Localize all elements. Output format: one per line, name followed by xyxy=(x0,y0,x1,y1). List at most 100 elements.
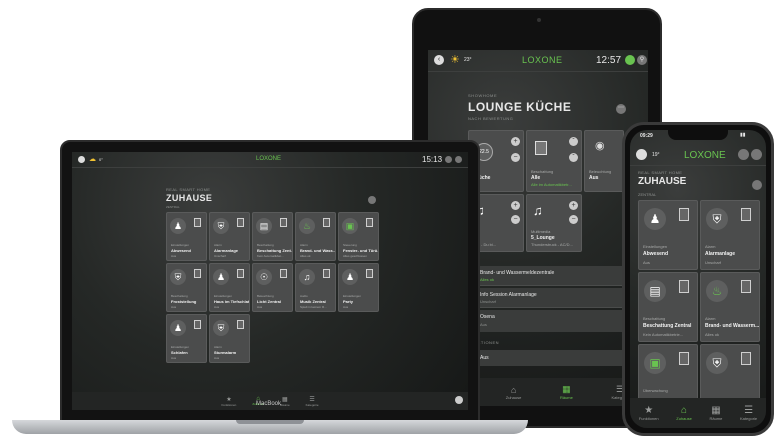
tile-state: Aus xyxy=(171,254,177,258)
tab-rooms[interactable]: ▦ Räume xyxy=(709,405,722,421)
search-icon[interactable] xyxy=(751,149,762,160)
tile-name: Fenster- und Türü... xyxy=(343,248,379,253)
minus-icon[interactable]: − xyxy=(569,215,578,224)
toggle-icon[interactable] xyxy=(679,352,689,365)
ipad-list-row[interactable]: Brand- und Wassermeldezentrale Alles ok xyxy=(468,266,648,286)
tab-functions[interactable]: ★Funktionen xyxy=(639,405,659,421)
toggle-icon[interactable] xyxy=(323,218,330,227)
plus-icon[interactable]: + xyxy=(569,201,578,210)
tab-category[interactable]: ☰ Kategorie xyxy=(306,396,319,407)
tile-category: Alarm xyxy=(705,244,716,249)
toggle-icon[interactable] xyxy=(323,269,330,278)
tile-state: Aus xyxy=(343,305,349,309)
more-icon[interactable] xyxy=(752,180,762,190)
toggle-icon[interactable] xyxy=(280,269,287,278)
tab-rooms[interactable]: ▦ Räume xyxy=(280,396,290,407)
iphone-tile[interactable]: ♟ Einstellungen Abwesend Aus xyxy=(638,200,698,270)
search-icon[interactable] xyxy=(455,156,462,163)
chat-icon[interactable] xyxy=(625,55,635,65)
iphone-clock: 09:29 xyxy=(640,133,653,139)
ipad-tile-name: Alle xyxy=(531,175,541,181)
location-icon[interactable] xyxy=(636,149,647,160)
info-icon[interactable] xyxy=(455,396,463,404)
toggle-icon[interactable] xyxy=(237,320,244,329)
ipad-section-label: NACH BEWERTUNG xyxy=(468,116,514,121)
tile-name: Alarmanlage xyxy=(214,248,239,253)
toggle-icon[interactable] xyxy=(194,320,201,329)
toggle-icon[interactable] xyxy=(366,269,373,278)
tile-category: Alarm xyxy=(214,243,222,247)
down-icon[interactable]: ˇ xyxy=(569,153,578,162)
macbook-tile[interactable]: ▣ Steuerung Fenster- und Türü... Alles gesc… xyxy=(338,212,379,261)
ipad-row-name: Info Session Alarmanlage xyxy=(480,292,537,298)
tile-state: Alles geschlossen xyxy=(343,254,368,258)
chat-icon[interactable] xyxy=(445,156,452,163)
macbook-tile[interactable]: ⛨ Alarm Alarmanlage Unscharf xyxy=(209,212,250,261)
macbook-tile[interactable]: ♟ Einstellungen Schlafen Aus xyxy=(166,314,207,363)
tile-icon: ▣ xyxy=(644,352,666,374)
ipad-page-title: LOUNGE KÜCHE xyxy=(468,100,572,114)
more-icon[interactable] xyxy=(368,196,376,204)
grid-icon: ▦ xyxy=(282,396,288,403)
ipad-tile-category: Beschattung xyxy=(531,169,554,174)
home-icon: ⌂ xyxy=(510,384,517,395)
macbook-tile[interactable]: ♟ Einstellungen Haus im Tiefschlaf Aus xyxy=(209,263,250,312)
plus-icon[interactable]: + xyxy=(511,137,520,146)
macbook-page-title: ZUHAUSE xyxy=(166,193,213,203)
macbook-tile[interactable]: ⛨ Beschattung Froststellung Aus xyxy=(166,263,207,312)
iphone-logo: LOXONE xyxy=(684,150,726,161)
iphone-tile[interactable]: ▤ Beschattung Beschattung Zentral Kein Auto… xyxy=(638,272,698,342)
toggle-icon[interactable] xyxy=(679,280,689,293)
toggle-icon[interactable] xyxy=(741,352,751,365)
tile-name: Abwesend xyxy=(171,248,192,253)
tile-name: Brand- und Wasserm... xyxy=(705,323,760,329)
macbook-tile[interactable]: ♟ Einstellungen Abwesend Aus xyxy=(166,212,207,261)
toggle-icon[interactable] xyxy=(280,218,287,227)
more-icon[interactable]: ⋯ xyxy=(616,104,626,114)
iphone-tile[interactable]: ⛨ Alarm Alarmanlage Unscharf xyxy=(700,200,760,270)
toggle-icon[interactable] xyxy=(237,269,244,278)
macbook-tile[interactable]: ⛨ Alarm Sturmalarm Aus xyxy=(209,314,250,363)
toggle-icon[interactable] xyxy=(366,218,373,227)
plus-icon[interactable]: + xyxy=(511,201,520,210)
tab-home[interactable]: ⌂ Zuhause xyxy=(506,385,522,400)
ipad-tile-multimedia[interactable]: ♫ + − Multimedia 5_Lounge Thunderstruck … xyxy=(526,194,582,252)
chat-icon[interactable] xyxy=(738,149,749,160)
tab-functions[interactable]: ★Funktionen xyxy=(221,396,236,407)
tab-category[interactable]: ☰ Kategorie xyxy=(740,405,757,421)
ipad-tile-shading[interactable]: ˆ ˇ Beschattung Alle Alle im Automatikbe… xyxy=(526,130,582,192)
toggle-icon[interactable] xyxy=(194,269,201,278)
macbook-tile[interactable]: ☉ Beleuchtung Licht Zentral Aus xyxy=(252,263,293,312)
macbook-tile[interactable]: ♟ Einstellungen Party Aus xyxy=(338,263,379,312)
minus-icon[interactable]: − xyxy=(511,215,520,224)
ipad-tile-category: Beleuchtung xyxy=(589,169,612,174)
tab-home[interactable]: ⌂ Zuhause xyxy=(676,405,692,421)
tile-icon: ▣ xyxy=(342,218,358,234)
ipad-tile-name: 5_Lounge xyxy=(531,235,555,241)
macbook-tile[interactable]: ♨ Alarm Brand- und Wass... Alles ok xyxy=(295,212,336,261)
toggle-icon[interactable] xyxy=(741,208,751,221)
tile-state: Unscharf xyxy=(705,260,722,265)
search-icon[interactable]: ⚲ xyxy=(637,55,647,65)
tile-name: Schlafen xyxy=(171,350,188,355)
back-icon[interactable]: ‹ xyxy=(434,55,444,65)
minus-icon[interactable]: − xyxy=(511,153,520,162)
ipad-tile-state: Thunderstruck - AC/D... xyxy=(531,242,573,247)
toggle-icon[interactable] xyxy=(679,208,689,221)
macbook-tile[interactable]: ▤ Beschattung Beschattung Zent... Kein Auto… xyxy=(252,212,293,261)
ipad-list-row[interactable]: Osena Aus xyxy=(468,310,648,332)
tab-rooms[interactable]: ▦ Räume xyxy=(560,384,573,400)
up-icon[interactable]: ˆ xyxy=(569,137,578,146)
iphone-tile[interactable]: ♨ Alarm Brand- und Wasserm... Alles ok xyxy=(700,272,760,342)
ipad-tile-light[interactable]: ◉ Beleuchtung Aus xyxy=(584,130,624,192)
ipad-list-row[interactable]: Info Session Alarmanlage Unscharf xyxy=(468,288,648,308)
ipad-list-row[interactable]: Aus xyxy=(468,350,648,366)
back-icon[interactable] xyxy=(78,156,85,163)
toggle-icon[interactable] xyxy=(741,280,751,293)
toggle-icon[interactable] xyxy=(237,218,244,227)
macbook-tile[interactable]: ♫ Audio Musik Zentral Spielt in keinem R... xyxy=(295,263,336,312)
tile-name: Haus im Tiefschlaf xyxy=(214,299,250,304)
tile-name: Party xyxy=(343,299,354,304)
toggle-icon[interactable] xyxy=(194,218,201,227)
macbook-kicker: REAL SMART HOME xyxy=(166,187,211,192)
